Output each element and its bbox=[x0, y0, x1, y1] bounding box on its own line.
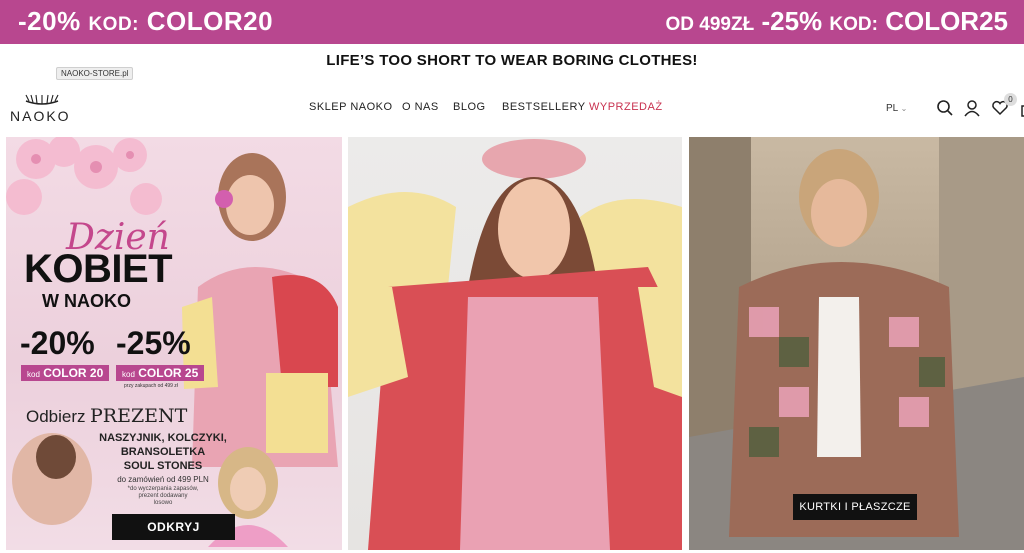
nav-item-bestsellery[interactable]: BESTSELLERY bbox=[502, 101, 586, 113]
logo-tooltip: NAOKO-STORE.pl bbox=[56, 67, 134, 80]
promo-right-threshold: OD 499ZŁ bbox=[665, 14, 755, 35]
discount-25: -25% bbox=[116, 325, 191, 361]
jewelry-photo-bracelet bbox=[12, 433, 92, 525]
model-photo-woman-patchwork-jacket bbox=[689, 137, 1024, 550]
nav-item-o-nas[interactable]: O NAS bbox=[402, 101, 439, 113]
promo-right-code-label: KOD: bbox=[829, 14, 878, 35]
gift-heading: Odbierz PREZENT bbox=[26, 405, 187, 427]
gift-label: Odbierz bbox=[26, 407, 86, 426]
banner-jackets[interactable]: KURTKI I PŁASZCZE bbox=[689, 137, 1024, 550]
search-icon[interactable] bbox=[936, 99, 954, 117]
promo-left: -20% KOD: COLOR20 bbox=[18, 6, 273, 37]
code-label-1: kod bbox=[27, 370, 40, 379]
nav-item-sklep-naoko[interactable]: SKLEP NAOKO bbox=[309, 101, 393, 113]
model-photo-woman-pink-top bbox=[182, 153, 338, 467]
promo-right-code: COLOR25 bbox=[885, 6, 1008, 36]
womens-day-title: KOBIET bbox=[24, 247, 173, 291]
language-selector[interactable]: PL ⌄ bbox=[886, 103, 907, 114]
nav-item-wyprzedaz[interactable]: WYPRZEDAŻ bbox=[589, 101, 663, 113]
gift-word: PREZENT bbox=[89, 405, 188, 427]
header-icons: PL ⌄ 0 0 bbox=[874, 93, 1024, 122]
nav-item-blog[interactable]: BLOG bbox=[453, 101, 486, 113]
jackets-coats-button[interactable]: KURTKI I PŁASZCZE bbox=[793, 494, 917, 520]
user-icon[interactable] bbox=[963, 99, 981, 117]
heart-icon[interactable]: 0 bbox=[991, 93, 1017, 117]
banner-womens-day[interactable]: Dzień KOBIET W NAOKO -20% -25% kod COLOR… bbox=[6, 137, 342, 550]
tagline: LIFE’S TOO SHORT TO WEAR BORING CLOTHES! bbox=[326, 52, 698, 69]
chevron-down-icon: ⌄ bbox=[900, 104, 908, 113]
discover-button[interactable]: ODKRYJ bbox=[112, 514, 235, 540]
promo-right-discount: -25% bbox=[761, 6, 823, 36]
banner-model-pink-cap[interactable] bbox=[348, 137, 682, 550]
discount-20: -20% bbox=[20, 325, 95, 361]
promo-left-code: COLOR20 bbox=[146, 6, 274, 36]
min-order-note: przy zakupach od 499 zł bbox=[124, 383, 178, 389]
code-color20: kod COLOR 20 bbox=[21, 365, 110, 381]
promo-left-discount: -20% bbox=[18, 6, 81, 36]
promo-right: OD 499ZŁ -25% KOD: COLOR25 bbox=[666, 6, 1008, 37]
promo-bar[interactable]: -20% KOD: COLOR20 OD 499ZŁ -25% KOD: COL… bbox=[0, 0, 1024, 44]
code-color25: kod COLOR 25 bbox=[116, 365, 205, 381]
model-photo-woman-pink-cap bbox=[348, 139, 682, 550]
language-label: PL bbox=[886, 103, 898, 114]
wishlist-count-badge: 0 bbox=[1004, 93, 1017, 106]
code-value-2: COLOR 25 bbox=[138, 366, 199, 380]
promo-left-code-label: KOD: bbox=[88, 14, 139, 35]
womens-day-subtitle: W NAOKO bbox=[42, 291, 131, 311]
code-value-1: COLOR 20 bbox=[43, 366, 104, 380]
code-label-2: kod bbox=[122, 370, 135, 379]
main-nav: SKLEP NAOKO O NAS BLOG BESTSELLERY WYPRZ… bbox=[0, 101, 1024, 117]
bag-icon[interactable]: 0 bbox=[1020, 101, 1024, 119]
